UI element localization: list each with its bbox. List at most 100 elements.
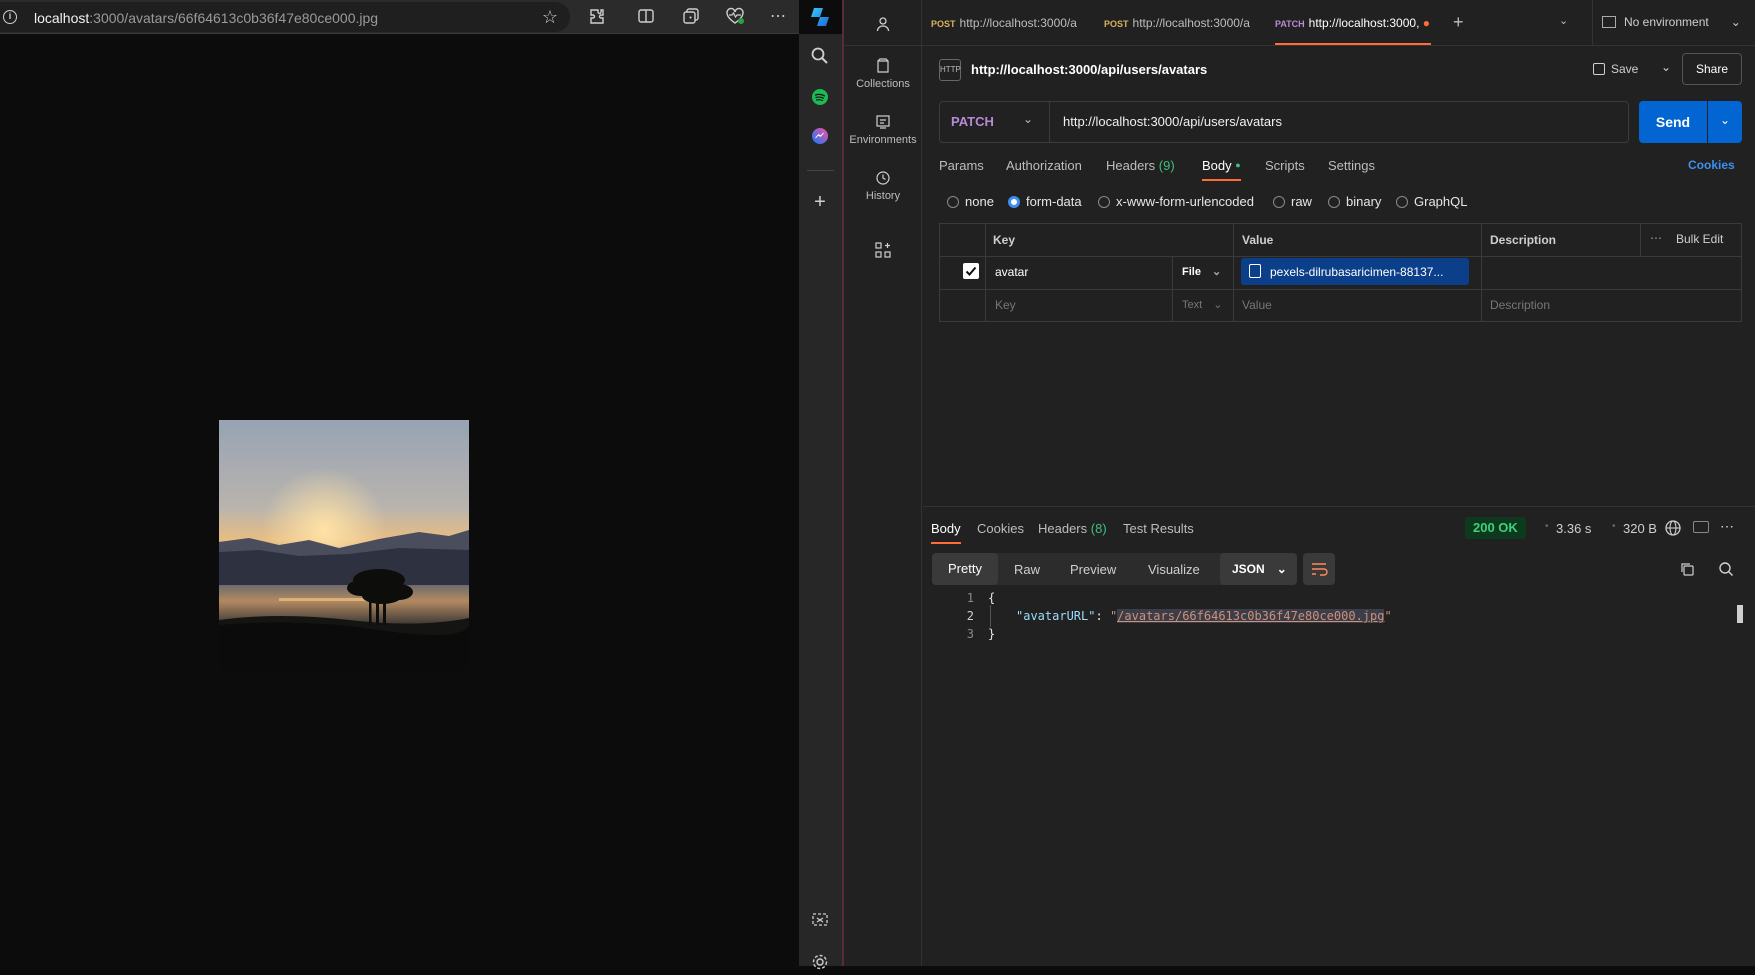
radio-none[interactable]: none [947, 194, 994, 209]
apps-icon[interactable] [844, 242, 922, 261]
screenshot-icon[interactable] [810, 910, 830, 930]
file-chip[interactable]: pexels-dilrubasaricimen-88137... [1241, 258, 1469, 285]
radio-graphql[interactable]: GraphQL [1396, 194, 1467, 209]
settings-icon[interactable] [810, 952, 830, 972]
column-header-value: Value [1242, 233, 1274, 247]
view-tab-visualize[interactable]: Visualize [1148, 562, 1200, 577]
globe-icon[interactable] [1664, 519, 1682, 540]
add-icon[interactable]: + [810, 192, 830, 212]
new-description-input[interactable]: Description [1490, 298, 1550, 312]
more-icon[interactable]: ⋯ [1720, 518, 1734, 535]
request-title[interactable]: http://localhost:3000/api/users/avatars [971, 62, 1207, 77]
sidebar-item-label: History [865, 190, 901, 202]
image-viewport [0, 35, 799, 966]
separator-dot: • [1612, 521, 1616, 532]
status-badge[interactable]: 200 OK [1465, 517, 1526, 539]
view-tab-raw[interactable]: Raw [1014, 562, 1040, 577]
search-icon[interactable] [810, 46, 830, 66]
environment-selector[interactable]: No environment ⌄ [1602, 15, 1741, 29]
radio-binary[interactable]: binary [1328, 194, 1381, 209]
send-button[interactable]: Send [1639, 101, 1707, 143]
share-button[interactable]: Share [1682, 53, 1742, 85]
avatar-url-link[interactable]: /avatars/66f64613c0b36f47e80ce000.jpg [1117, 609, 1385, 623]
environments-icon [876, 115, 890, 129]
search-icon[interactable] [1718, 561, 1734, 580]
radio-x-www-form-urlencoded[interactable]: x-www-form-urlencoded [1098, 194, 1254, 209]
extensions-icon[interactable] [587, 7, 607, 27]
new-value-input[interactable]: Value [1242, 298, 1272, 312]
sidebar-item-environments[interactable]: Environments [844, 114, 922, 146]
radio-form-data[interactable]: form-data [1008, 194, 1082, 209]
view-tab-pretty[interactable]: Pretty [932, 553, 998, 585]
tabs-dropdown-chevron-icon[interactable]: ⌄ [1559, 14, 1568, 27]
bulk-edit-button[interactable]: Bulk Edit [1676, 232, 1723, 246]
column-header-key: Key [993, 233, 1016, 247]
new-key-input[interactable]: Key [995, 298, 1016, 312]
radio-circle [1098, 196, 1110, 208]
divider [807, 170, 834, 171]
response-tab-cookies[interactable]: Cookies [977, 521, 1024, 536]
file-icon [1249, 264, 1261, 278]
tab-params[interactable]: Params [939, 158, 984, 173]
collections-icon[interactable] [681, 7, 701, 27]
format-select[interactable]: JSON ⌄ [1220, 553, 1297, 585]
messenger-icon[interactable] [810, 126, 830, 146]
tab-headers[interactable]: Headers (9) [1106, 158, 1175, 173]
indent-guide [990, 605, 991, 627]
cookies-link[interactable]: Cookies [1688, 158, 1735, 172]
json-brace-close: } [988, 627, 996, 641]
no-environment-icon [1602, 16, 1616, 28]
url-input[interactable]: http://localhost:3000/api/users/avatars [1063, 114, 1282, 129]
chevron-down-icon: ⌄ [1023, 112, 1034, 126]
sidebar-item-collections[interactable]: Collections [844, 58, 922, 90]
more-icon[interactable]: ⋯ [768, 7, 788, 27]
new-key-type-select[interactable]: Text ⌄ [1182, 298, 1222, 311]
scrollbar-thumb[interactable] [1737, 605, 1743, 623]
address-bar[interactable]: i localhost:3000/avatars/66f64613c0b36f4… [0, 2, 570, 32]
tab-settings[interactable]: Settings [1328, 158, 1375, 173]
sidebar-item-history[interactable]: History [844, 170, 922, 202]
save-response-icon[interactable] [1693, 521, 1709, 533]
form-key-input[interactable]: avatar [995, 265, 1028, 279]
chevron-down-icon: ⌄ [1276, 562, 1287, 576]
response-tab-test-results[interactable]: Test Results [1123, 521, 1194, 536]
response-tab-headers[interactable]: Headers (8) [1038, 521, 1107, 536]
copilot-icon[interactable] [808, 5, 832, 29]
tab-authorization[interactable]: Authorization [1006, 158, 1082, 173]
tab-request-2[interactable]: POST http://localhost:3000/a [1104, 16, 1250, 30]
split-screen-icon[interactable] [636, 7, 656, 27]
browser-toolbar: i localhost:3000/avatars/66f64613c0b36f4… [0, 0, 799, 34]
line-number: 3 [966, 627, 974, 641]
key-type-select[interactable]: File ⌄ [1182, 265, 1221, 278]
method-select[interactable]: PATCH ⌄ [940, 102, 1050, 142]
copy-icon[interactable] [1679, 561, 1695, 580]
site-info-icon[interactable]: i [3, 10, 17, 24]
tab-request-active[interactable]: PATCH http://localhost:3000, ● [1275, 16, 1430, 30]
more-options-icon[interactable]: ⋯ [1650, 231, 1662, 245]
view-tab-preview[interactable]: Preview [1070, 562, 1116, 577]
radio-circle [947, 196, 959, 208]
address-url[interactable]: localhost:3000/avatars/66f64613c0b36f47e… [34, 10, 378, 26]
radio-raw[interactable]: raw [1273, 194, 1312, 209]
collections-icon [877, 58, 889, 73]
browser-essentials-icon[interactable] [725, 7, 745, 27]
send-options-chevron-icon[interactable]: ⌄ [1708, 101, 1742, 143]
radio-circle [1273, 196, 1285, 208]
sidebar-item-label: Collections [856, 78, 910, 90]
body-indicator-dot-icon: ● [1235, 160, 1241, 170]
save-button[interactable]: Save [1593, 62, 1638, 76]
save-options-chevron-icon[interactable]: ⌄ [1661, 60, 1671, 74]
wrap-lines-icon[interactable] [1303, 553, 1335, 585]
response-time[interactable]: 3.36 s [1556, 521, 1591, 536]
tab-scripts[interactable]: Scripts [1265, 158, 1305, 173]
new-tab-add-icon[interactable]: + [1453, 12, 1464, 33]
favorite-star-icon[interactable]: ☆ [542, 7, 558, 28]
tab-request-1[interactable]: POST http://localhost:3000/a [931, 16, 1077, 30]
json-line[interactable]: "avatarURL": "/avatars/66f64613c0b36f47e… [1016, 609, 1392, 623]
response-tab-body[interactable]: Body [931, 521, 961, 536]
response-size[interactable]: 320 B [1623, 521, 1657, 536]
row-enabled-checkbox[interactable] [963, 263, 979, 279]
tab-body[interactable]: Body ● [1202, 158, 1241, 173]
request-url-bar: PATCH ⌄ http://localhost:3000/api/users/… [939, 101, 1629, 143]
spotify-icon[interactable] [810, 87, 830, 107]
